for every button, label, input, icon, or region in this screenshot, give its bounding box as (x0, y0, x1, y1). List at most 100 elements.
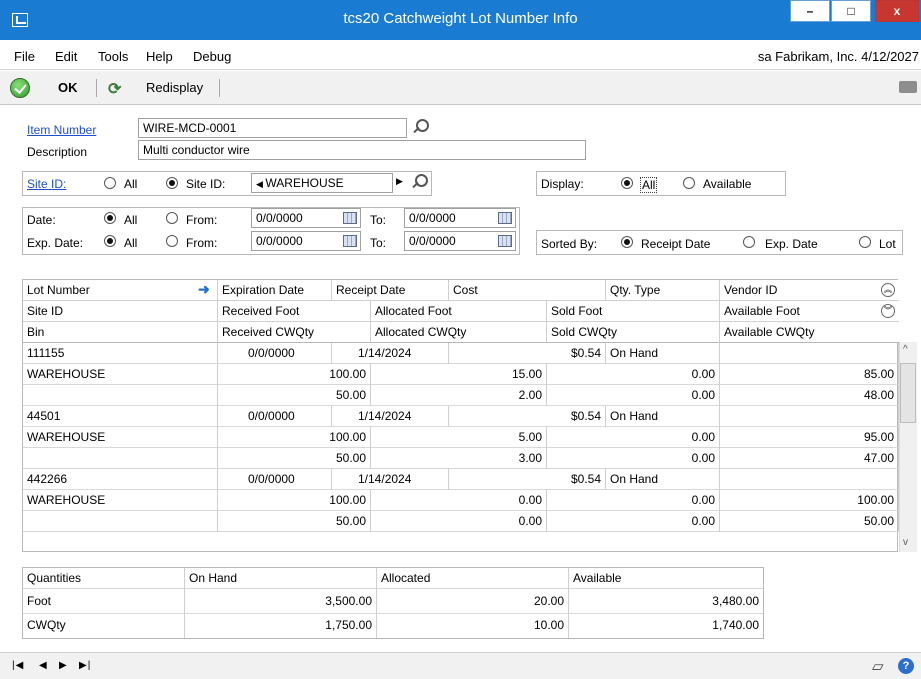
table-row[interactable]: 442266 0/0/0000 1/14/2024 $0.54 On Hand (23, 469, 899, 490)
item-number-link[interactable]: Item Number (27, 123, 96, 137)
scroll-down-icon[interactable]: v (903, 537, 908, 548)
received-cwqty-cell[interactable]: 50.00 (218, 448, 371, 469)
calendar-icon[interactable] (498, 235, 512, 247)
allocated-foot-cell[interactable]: 15.00 (371, 364, 547, 385)
minimize-button[interactable]: – (790, 0, 830, 22)
allocated-cwqty-cell[interactable]: 0.00 (371, 511, 547, 532)
available-foot-cell[interactable]: 95.00 (720, 427, 899, 448)
col-site-id[interactable]: Site ID (23, 301, 218, 322)
col-available-cwqty[interactable]: Available CWQty (720, 322, 899, 343)
col-bin[interactable]: Bin (23, 322, 218, 343)
site-id-input[interactable]: ◀ WAREHOUSE (251, 173, 393, 193)
col-received-foot[interactable]: Received Foot (218, 301, 371, 322)
qty-type-cell[interactable]: On Hand (606, 343, 720, 364)
col-receipt-date[interactable]: Receipt Date (332, 280, 449, 301)
previous-record-icon[interactable]: ◀ (39, 660, 47, 671)
col-expiration-date[interactable]: Expiration Date (218, 280, 332, 301)
calendar-icon[interactable] (498, 212, 512, 224)
menu-debug[interactable]: Debug (193, 49, 231, 64)
ok-button[interactable]: OK (58, 80, 78, 95)
sold-cwqty-cell[interactable]: 0.00 (547, 448, 720, 469)
site-id-cell[interactable]: WAREHOUSE (23, 364, 218, 385)
site-all-radio[interactable] (104, 177, 116, 189)
site-next-icon[interactable]: ▶ (396, 176, 403, 187)
expand-down-icon[interactable]: ︾ (881, 304, 895, 318)
received-foot-cell[interactable]: 100.00 (218, 364, 371, 385)
calendar-icon[interactable] (343, 235, 357, 247)
menu-tools[interactable]: Tools (98, 49, 128, 64)
available-cwqty-cell[interactable]: 47.00 (720, 448, 899, 469)
received-cwqty-cell[interactable]: 50.00 (218, 511, 371, 532)
expiration-date-cell[interactable]: 0/0/0000 (218, 406, 332, 427)
available-cwqty-cell[interactable]: 50.00 (720, 511, 899, 532)
ok-check-icon[interactable] (10, 78, 30, 98)
table-row[interactable]: 44501 0/0/0000 1/14/2024 $0.54 On Hand (23, 406, 899, 427)
receipt-date-cell[interactable]: 1/14/2024 (332, 406, 449, 427)
cost-cell[interactable]: $0.54 (449, 406, 606, 427)
item-lookup-icon[interactable] (411, 118, 429, 136)
site-id-link[interactable]: Site ID: (27, 177, 66, 191)
print-icon[interactable] (899, 81, 917, 93)
available-foot-cell[interactable]: 85.00 (720, 364, 899, 385)
collapse-up-icon[interactable]: ︽ (881, 283, 895, 297)
col-cost[interactable]: Cost (449, 280, 606, 301)
exp-from-radio[interactable] (166, 235, 178, 247)
received-cwqty-cell[interactable]: 50.00 (218, 385, 371, 406)
available-foot-cell[interactable]: 100.00 (720, 490, 899, 511)
vendor-id-cell[interactable] (720, 406, 899, 427)
site-id-cell[interactable]: WAREHOUSE (23, 490, 218, 511)
sort-receipt-radio[interactable] (621, 236, 633, 248)
bin-cell[interactable] (23, 511, 218, 532)
receipt-date-cell[interactable]: 1/14/2024 (332, 343, 449, 364)
table-row[interactable]: 50.00 0.00 0.00 50.00 (23, 511, 899, 532)
scrollbar-thumb[interactable] (900, 363, 916, 423)
table-row[interactable]: WAREHOUSE 100.00 0.00 0.00 100.00 (23, 490, 899, 511)
menu-edit[interactable]: Edit (55, 49, 77, 64)
redisplay-button[interactable]: Redisplay (146, 80, 203, 95)
table-row[interactable]: 50.00 3.00 0.00 47.00 (23, 448, 899, 469)
col-available-foot[interactable]: Available Foot (720, 301, 899, 322)
allocated-cwqty-cell[interactable]: 2.00 (371, 385, 547, 406)
item-number-input[interactable]: WIRE-MCD-0001 (138, 118, 407, 138)
sold-cwqty-cell[interactable]: 0.00 (547, 511, 720, 532)
calendar-icon[interactable] (343, 212, 357, 224)
col-qty-type[interactable]: Qty. Type (606, 280, 720, 301)
expand-arrow-icon[interactable]: ➜ (198, 281, 210, 298)
received-foot-cell[interactable]: 100.00 (218, 427, 371, 448)
sold-foot-cell[interactable]: 0.00 (547, 490, 720, 511)
table-row[interactable]: WAREHOUSE 100.00 15.00 0.00 85.00 (23, 364, 899, 385)
allocated-cwqty-cell[interactable]: 3.00 (371, 448, 547, 469)
expiration-date-cell[interactable]: 0/0/0000 (218, 343, 332, 364)
available-cwqty-cell[interactable]: 48.00 (720, 385, 899, 406)
first-record-icon[interactable]: |◀ (12, 660, 24, 671)
col-lot-number[interactable]: Lot Number (23, 280, 218, 301)
bin-cell[interactable] (23, 448, 218, 469)
sort-exp-radio[interactable] (743, 236, 755, 248)
lot-number-cell[interactable]: 44501 (23, 406, 218, 427)
sold-cwqty-cell[interactable]: 0.00 (547, 385, 720, 406)
table-row[interactable]: 50.00 2.00 0.00 48.00 (23, 385, 899, 406)
allocated-foot-cell[interactable]: 0.00 (371, 490, 547, 511)
sold-foot-cell[interactable]: 0.00 (547, 427, 720, 448)
col-sold-foot[interactable]: Sold Foot (547, 301, 720, 322)
allocated-foot-cell[interactable]: 5.00 (371, 427, 547, 448)
next-record-icon[interactable]: ▶ (59, 660, 67, 671)
redisplay-icon[interactable]: ⟳ (108, 79, 121, 99)
menu-help[interactable]: Help (146, 49, 173, 64)
col-allocated-foot[interactable]: Allocated Foot (371, 301, 547, 322)
table-row[interactable]: WAREHOUSE 100.00 5.00 0.00 95.00 (23, 427, 899, 448)
description-field[interactable]: Multi conductor wire (138, 140, 586, 160)
col-sold-cwqty[interactable]: Sold CWQty (547, 322, 720, 343)
menu-file[interactable]: File (14, 49, 35, 64)
scroll-up-icon[interactable]: ^ (903, 344, 908, 355)
sort-lot-radio[interactable] (859, 236, 871, 248)
sold-foot-cell[interactable]: 0.00 (547, 364, 720, 385)
cost-cell[interactable]: $0.54 (449, 469, 606, 490)
date-from-radio[interactable] (166, 212, 178, 224)
exp-all-radio[interactable] (104, 235, 116, 247)
site-id-radio[interactable] (166, 177, 178, 189)
help-icon[interactable]: ? (898, 658, 914, 674)
site-lookup-icon[interactable] (410, 173, 428, 191)
expiration-date-cell[interactable]: 0/0/0000 (218, 469, 332, 490)
display-all-radio[interactable] (621, 177, 633, 189)
